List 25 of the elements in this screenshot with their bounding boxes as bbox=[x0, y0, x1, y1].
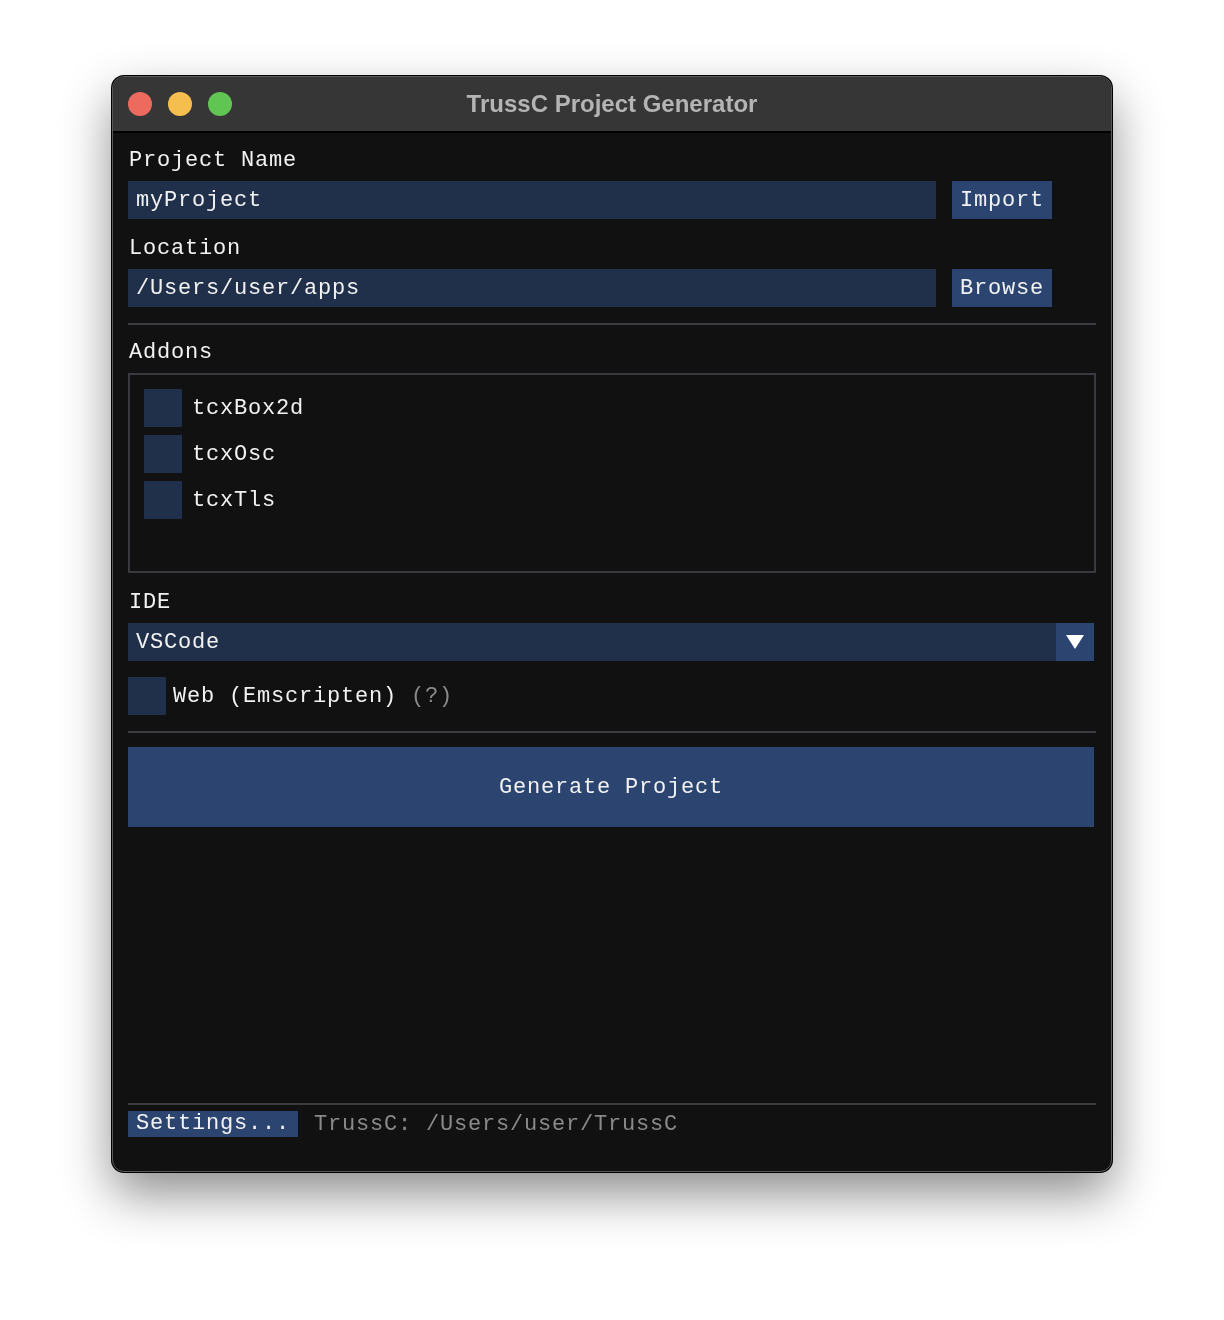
ide-dropdown[interactable]: VSCode bbox=[128, 623, 1094, 661]
window-close-button[interactable] bbox=[128, 92, 152, 116]
help-marker[interactable]: (?) bbox=[411, 683, 454, 709]
section-label: Addons bbox=[129, 341, 213, 365]
text-field[interactable]: /Users/user/apps bbox=[128, 269, 936, 307]
field-label: Location bbox=[129, 237, 242, 261]
addon-label[interactable]: tcxBox2d bbox=[192, 395, 305, 421]
status-path: TrussC: /Users/user/TrussC bbox=[314, 1111, 679, 1137]
section-label: IDE bbox=[129, 591, 171, 615]
text-field[interactable]: myProject bbox=[128, 181, 936, 219]
browse-button[interactable]: Browse bbox=[952, 269, 1052, 307]
checkbox[interactable] bbox=[144, 389, 182, 427]
checkbox[interactable] bbox=[144, 481, 182, 519]
field-label: Project Name bbox=[129, 149, 298, 173]
addon-label[interactable]: tcxTls bbox=[192, 487, 276, 513]
addon-label[interactable]: tcxOsc bbox=[192, 441, 276, 467]
checkbox[interactable] bbox=[144, 435, 182, 473]
import-button[interactable]: Import bbox=[952, 181, 1052, 219]
settings-button[interactable]: Settings... bbox=[128, 1111, 298, 1137]
window-minimize-button[interactable] bbox=[168, 92, 192, 116]
generate-project-button[interactable]: Generate Project bbox=[128, 747, 1094, 827]
checkbox[interactable] bbox=[128, 677, 166, 715]
checkbox-label[interactable]: Web (Emscripten) bbox=[173, 683, 398, 709]
window-zoom-button[interactable] bbox=[208, 92, 232, 116]
window-title: TrussC Project Generator bbox=[466, 90, 758, 118]
